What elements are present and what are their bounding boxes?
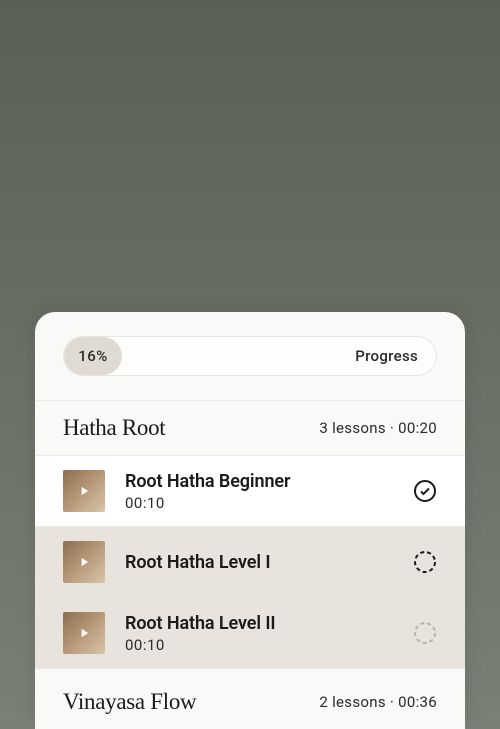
dashed-circle-icon: [413, 550, 437, 574]
lesson-row[interactable]: Root Hatha Level II 00:10: [35, 597, 465, 668]
progress-fill: 16%: [64, 337, 122, 375]
section-title: Hatha Root: [63, 415, 165, 441]
lesson-info: Root Hatha Level II 00:10: [125, 613, 393, 654]
lesson-status-complete: [413, 479, 437, 503]
progress-container: 16% Progress: [35, 312, 465, 400]
section-title: Vinayasa Flow: [63, 689, 196, 715]
lesson-info: Root Hatha Level I: [125, 552, 393, 573]
lesson-duration: 00:10: [125, 494, 393, 512]
lesson-thumbnail: [63, 612, 105, 654]
play-icon: [77, 484, 91, 498]
lesson-row[interactable]: Root Hatha Level I: [35, 526, 465, 597]
lesson-status-pending: [413, 550, 437, 574]
dashed-circle-icon: [413, 621, 437, 645]
section-header-vinayasa[interactable]: Vinayasa Flow 2 lessons · 00:36: [35, 668, 465, 729]
play-icon: [77, 555, 91, 569]
lesson-title: Root Hatha Level II: [125, 613, 393, 634]
lesson-info: Root Hatha Beginner 00:10: [125, 471, 393, 512]
course-sheet: 16% Progress Hatha Root 3 lessons · 00:2…: [35, 312, 465, 729]
lesson-thumbnail: [63, 541, 105, 583]
section-meta: 3 lessons · 00:20: [319, 419, 437, 437]
lesson-row[interactable]: Root Hatha Beginner 00:10: [35, 455, 465, 526]
progress-percent: 16%: [78, 347, 108, 365]
section-meta: 2 lessons · 00:36: [319, 693, 437, 711]
lesson-duration: 00:10: [125, 636, 393, 654]
lesson-status-locked: [413, 621, 437, 645]
progress-label: Progress: [355, 347, 418, 365]
play-icon: [77, 626, 91, 640]
progress-bar[interactable]: 16% Progress: [63, 336, 437, 376]
check-circle-icon: [413, 479, 437, 503]
lesson-title: Root Hatha Level I: [125, 552, 393, 573]
lesson-title: Root Hatha Beginner: [125, 471, 393, 492]
lesson-thumbnail: [63, 470, 105, 512]
section-header-hatha[interactable]: Hatha Root 3 lessons · 00:20: [35, 400, 465, 455]
